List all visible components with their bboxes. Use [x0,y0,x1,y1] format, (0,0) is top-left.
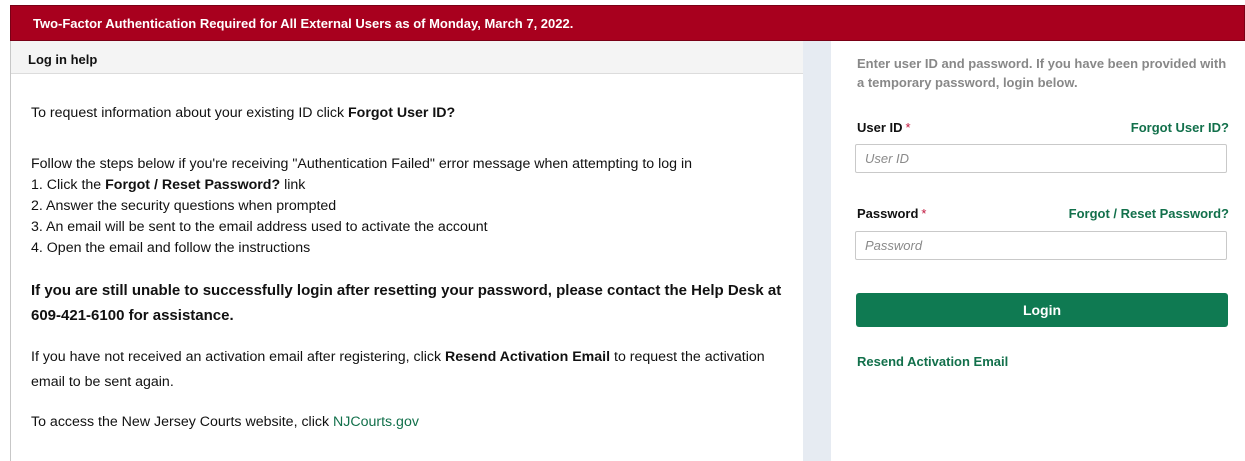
courts-website-instruction: To access the New Jersey Courts website,… [31,412,791,433]
resend-activation-link[interactable]: Resend Activation Email [857,354,1008,369]
step-4: 4. Open the email and follow the instruc… [31,240,311,256]
login-button[interactable]: Login [856,293,1228,327]
help-desk-contact: If you are still unable to successfully … [31,282,782,324]
step-3: 3. An email will be sent to the email ad… [31,219,488,235]
login-help-panel: Log in help To request information about… [10,41,803,461]
njcourts-link[interactable]: NJCourts.gov [333,414,419,430]
step-1-text: 1. Click the [31,177,106,193]
forgot-password-link[interactable]: Forgot / Reset Password? [1069,206,1229,221]
userid-label: User ID * [857,120,911,135]
userid-label-text: User ID [857,120,903,135]
resend-instruction: If you have not received an activation e… [31,345,791,395]
required-marker: * [921,206,927,221]
resend-text: If you have not received an activation e… [31,349,446,365]
required-marker: * [905,120,911,135]
panel-divider [803,41,831,461]
password-label-text: Password [857,206,919,221]
forgot-id-instruction: To request information about your existi… [31,103,791,124]
step-1-suffix: link [280,177,306,193]
help-title: Log in help [28,52,98,67]
auth-failed-instruction: Follow the steps below if you're receivi… [31,156,693,172]
page-frame: Two-Factor Authentication Required for A… [10,5,1245,461]
help-header: Log in help [11,41,803,74]
login-panel: Enter user ID and password. If you have … [831,41,1245,461]
password-input[interactable] [855,231,1227,260]
instruction-text: To request information about your existi… [31,105,349,121]
help-content: To request information about your existi… [31,103,791,433]
forgot-userid-ref: Forgot User ID? [348,105,456,121]
step-1: 1. Click the Forgot / Reset Password? li… [31,175,791,196]
resend-ref: Resend Activation Email [445,349,611,365]
courts-text: To access the New Jersey Courts website,… [31,414,333,430]
login-intro: Enter user ID and password. If you have … [857,56,1227,90]
forgot-password-ref: Forgot / Reset Password? [105,177,281,193]
forgot-userid-link[interactable]: Forgot User ID? [1131,120,1229,135]
announcement-banner: Two-Factor Authentication Required for A… [10,5,1245,41]
password-label: Password * [857,206,926,221]
banner-text: Two-Factor Authentication Required for A… [33,16,574,31]
step-2: 2. Answer the security questions when pr… [31,198,337,214]
userid-input[interactable] [855,144,1227,173]
